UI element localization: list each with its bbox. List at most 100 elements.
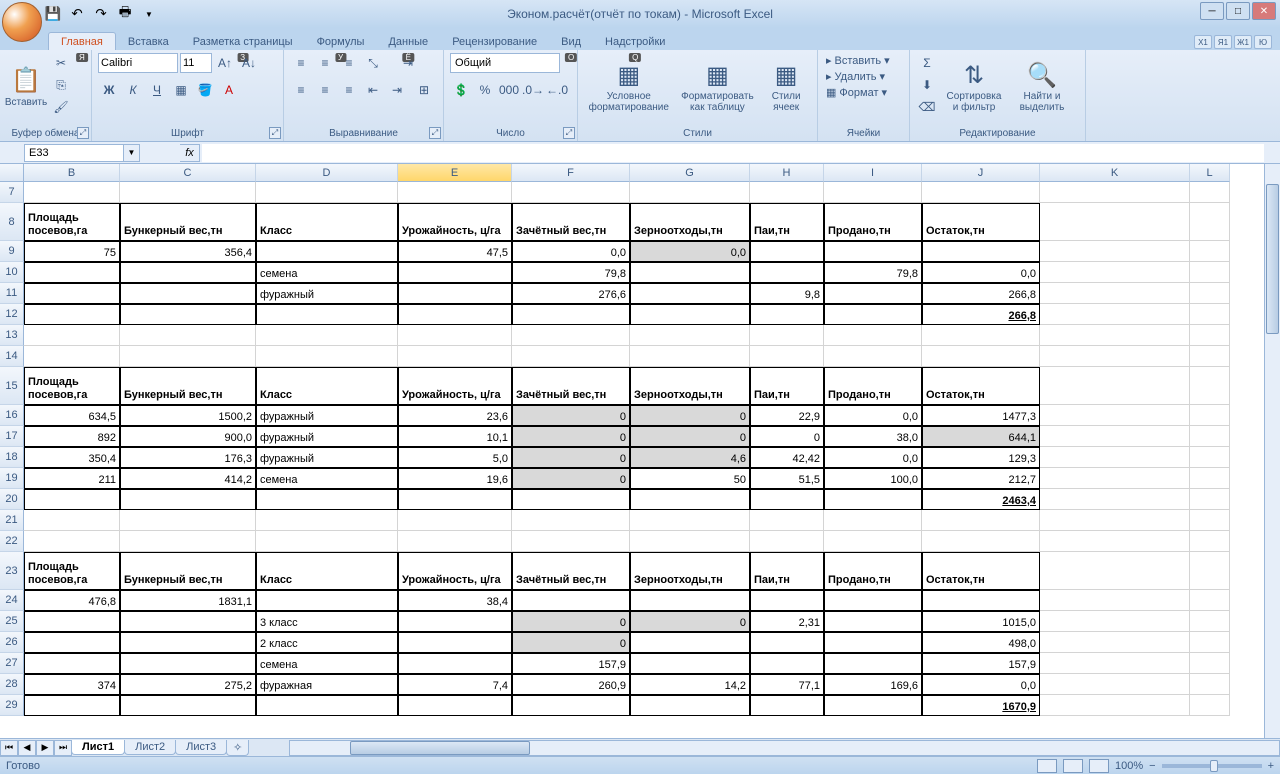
cell[interactable] <box>824 489 922 510</box>
cell[interactable]: 892 <box>24 426 120 447</box>
row-header[interactable]: 17 <box>0 426 24 447</box>
fx-button[interactable]: fx <box>180 144 200 162</box>
fill-icon[interactable]: ⬇ <box>916 75 938 95</box>
cell[interactable] <box>1190 653 1230 674</box>
cell[interactable]: фуражная <box>256 674 398 695</box>
cell[interactable]: Класс <box>256 367 398 405</box>
cell[interactable] <box>1190 590 1230 611</box>
cell[interactable] <box>256 531 398 552</box>
cell[interactable]: 266,8 <box>922 283 1040 304</box>
cell[interactable] <box>24 695 120 716</box>
row-header[interactable]: 27 <box>0 653 24 674</box>
namebox-dropdown-icon[interactable]: ▼ <box>124 144 140 162</box>
cell[interactable] <box>398 304 512 325</box>
cell[interactable] <box>1040 510 1190 531</box>
cell[interactable]: Зерноотходы,тн <box>630 552 750 590</box>
sheet-tab-2[interactable]: Лист2 <box>124 740 176 755</box>
cell[interactable] <box>1040 405 1190 426</box>
sheet-nav-last-icon[interactable]: ⏭ <box>54 740 72 756</box>
cell[interactable]: семена <box>256 468 398 489</box>
number-launcher[interactable]: ⤢ <box>563 127 575 139</box>
qat-redo-icon[interactable]: ↷ <box>90 3 112 25</box>
cell[interactable] <box>512 325 630 346</box>
col-header-H[interactable]: H <box>750 164 824 182</box>
cell[interactable]: 356,4 <box>120 241 256 262</box>
cell[interactable]: 0 <box>512 468 630 489</box>
sheet-nav-first-icon[interactable]: ⏮ <box>0 740 18 756</box>
cell[interactable]: 19,6 <box>398 468 512 489</box>
cell[interactable] <box>1190 367 1230 405</box>
cell[interactable] <box>512 489 630 510</box>
cell[interactable] <box>630 262 750 283</box>
cell[interactable] <box>398 283 512 304</box>
cell[interactable] <box>398 695 512 716</box>
cell[interactable] <box>256 304 398 325</box>
indic-yu[interactable]: Ю <box>1254 35 1272 49</box>
cell[interactable]: 0 <box>512 632 630 653</box>
cell[interactable] <box>922 182 1040 203</box>
cell[interactable]: 276,6 <box>512 283 630 304</box>
cell[interactable] <box>120 182 256 203</box>
cell[interactable] <box>1190 346 1230 367</box>
cell[interactable]: 0,0 <box>824 447 922 468</box>
tab-pagelayout[interactable]: Разметка страницыЗ <box>181 33 305 50</box>
cell[interactable] <box>1040 367 1190 405</box>
format-as-table-button[interactable]: ▦ Форматировать как таблицу <box>678 53 758 119</box>
cell[interactable]: фуражный <box>256 283 398 304</box>
font-launcher[interactable]: ⤢ <box>269 127 281 139</box>
sheet-tab-new[interactable]: ✧ <box>226 740 249 756</box>
select-all-corner[interactable] <box>0 164 24 182</box>
cell[interactable] <box>1040 531 1190 552</box>
border-icon[interactable]: ▦ <box>170 80 192 100</box>
cell[interactable] <box>1190 203 1230 241</box>
align-center-icon[interactable]: ≡ <box>314 80 336 100</box>
cell[interactable] <box>1190 262 1230 283</box>
cell-styles-button[interactable]: ▦ Стили ячеек <box>761 53 811 119</box>
cell[interactable]: 157,9 <box>512 653 630 674</box>
cell[interactable]: 634,5 <box>24 405 120 426</box>
cell[interactable]: Класс <box>256 552 398 590</box>
currency-icon[interactable]: 💲 <box>450 80 472 100</box>
cell[interactable] <box>824 611 922 632</box>
cell[interactable] <box>750 346 824 367</box>
row-header[interactable]: 13 <box>0 325 24 346</box>
cell[interactable]: Площадь посевов,га <box>24 203 120 241</box>
cell[interactable] <box>750 632 824 653</box>
cell[interactable]: фуражный <box>256 405 398 426</box>
cell[interactable] <box>256 489 398 510</box>
cell[interactable] <box>922 325 1040 346</box>
cell[interactable] <box>256 695 398 716</box>
cell[interactable]: Бункерный вес,тн <box>120 367 256 405</box>
sheet-tab-1[interactable]: Лист1 <box>71 740 125 755</box>
col-header-C[interactable]: C <box>120 164 256 182</box>
cell[interactable]: Остаток,тн <box>922 203 1040 241</box>
cell[interactable] <box>824 653 922 674</box>
cell[interactable] <box>1040 346 1190 367</box>
cell[interactable]: семена <box>256 262 398 283</box>
cell[interactable] <box>750 241 824 262</box>
cell[interactable]: 2,31 <box>750 611 824 632</box>
cell[interactable]: 0 <box>512 611 630 632</box>
cell[interactable]: семена <box>256 653 398 674</box>
cell[interactable]: 644,1 <box>922 426 1040 447</box>
cut-icon[interactable]: ✂ <box>50 53 72 73</box>
cell[interactable] <box>24 283 120 304</box>
cell[interactable]: 0 <box>630 611 750 632</box>
tab-formulas[interactable]: ФормулыУ <box>305 33 377 50</box>
cell[interactable] <box>750 262 824 283</box>
font-name-input[interactable] <box>98 53 178 73</box>
cell[interactable] <box>1040 489 1190 510</box>
cell[interactable] <box>750 510 824 531</box>
delete-cells-button[interactable]: ▸ Удалить ▾ <box>824 69 887 84</box>
cell[interactable]: 176,3 <box>120 447 256 468</box>
cell[interactable] <box>750 531 824 552</box>
cell[interactable] <box>1040 426 1190 447</box>
row-header[interactable]: 12 <box>0 304 24 325</box>
cell[interactable] <box>1040 695 1190 716</box>
cell[interactable] <box>1190 510 1230 531</box>
font-size-input[interactable] <box>180 53 212 73</box>
row-header[interactable]: 20 <box>0 489 24 510</box>
clipboard-launcher[interactable]: ⤢ <box>77 127 89 139</box>
cell[interactable] <box>1040 674 1190 695</box>
cell[interactable] <box>398 262 512 283</box>
